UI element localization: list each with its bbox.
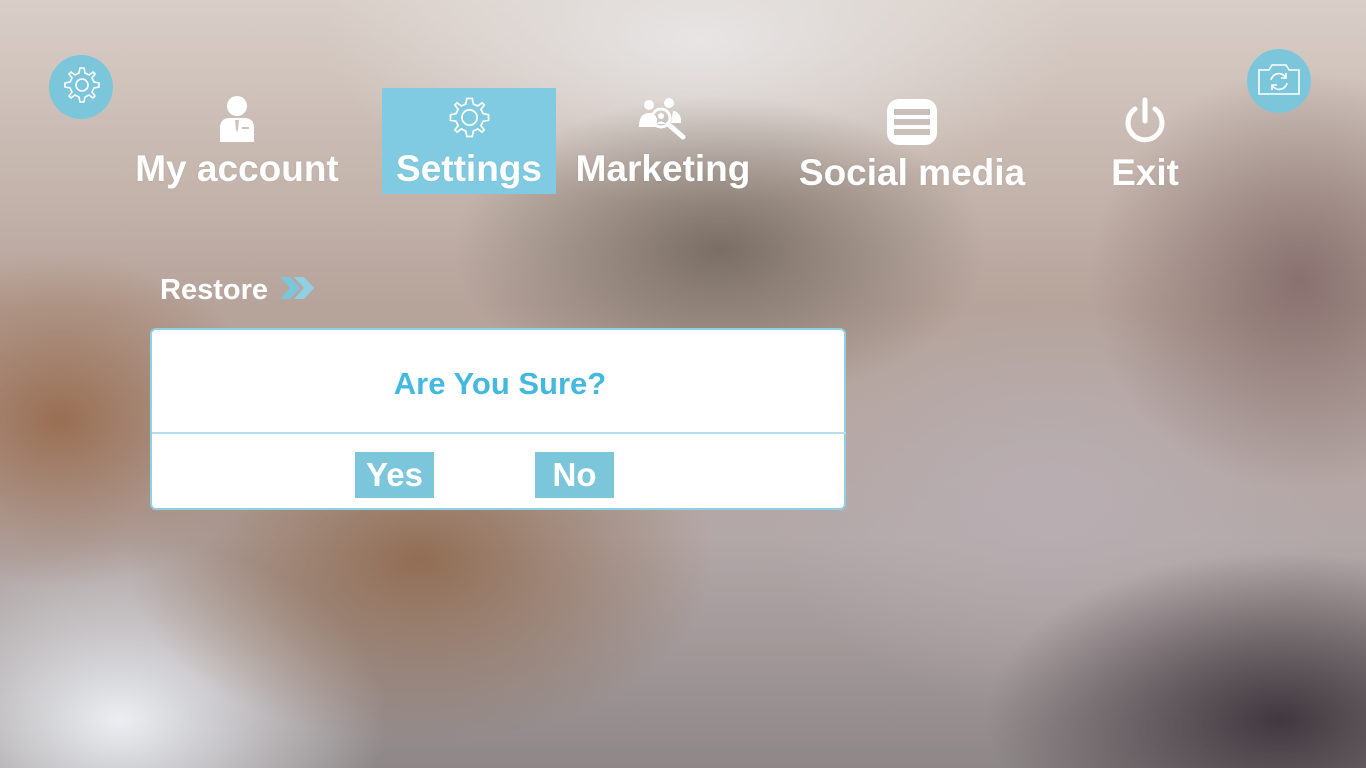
nav-label: Settings bbox=[396, 148, 542, 189]
gear-icon bbox=[444, 88, 494, 148]
user-icon bbox=[217, 88, 257, 148]
nav-marketing[interactable]: Marketing bbox=[570, 88, 756, 194]
dialog-title: Are You Sure? bbox=[393, 366, 607, 401]
nav-label: Marketing bbox=[575, 148, 751, 189]
camera-refresh-icon bbox=[1254, 59, 1304, 104]
nav-social-media[interactable]: Social media bbox=[795, 92, 1029, 198]
power-icon bbox=[1121, 92, 1169, 152]
quick-settings-button[interactable] bbox=[49, 55, 113, 119]
yes-button[interactable]: Yes bbox=[355, 452, 434, 498]
team-search-icon bbox=[635, 88, 691, 148]
breadcrumb: Restore bbox=[160, 274, 318, 307]
nav-label: My account bbox=[135, 148, 339, 189]
no-button[interactable]: No bbox=[535, 452, 614, 498]
breadcrumb-label: Restore bbox=[160, 274, 268, 306]
nav-label: Social media bbox=[798, 152, 1026, 193]
confirm-dialog: Are You Sure? Yes No bbox=[150, 328, 846, 510]
camera-refresh-button[interactable] bbox=[1247, 49, 1311, 113]
nav-exit[interactable]: Exit bbox=[1100, 92, 1190, 198]
list-icon bbox=[886, 92, 938, 152]
app-screen: My account Settings Marketing Social med… bbox=[0, 0, 1366, 768]
nav-settings[interactable]: Settings bbox=[382, 88, 556, 194]
double-chevron-right-icon bbox=[278, 275, 318, 306]
nav-label: Exit bbox=[1111, 152, 1179, 193]
gear-icon bbox=[58, 62, 104, 113]
nav-my-account[interactable]: My account bbox=[130, 88, 344, 194]
dialog-divider bbox=[152, 432, 846, 434]
